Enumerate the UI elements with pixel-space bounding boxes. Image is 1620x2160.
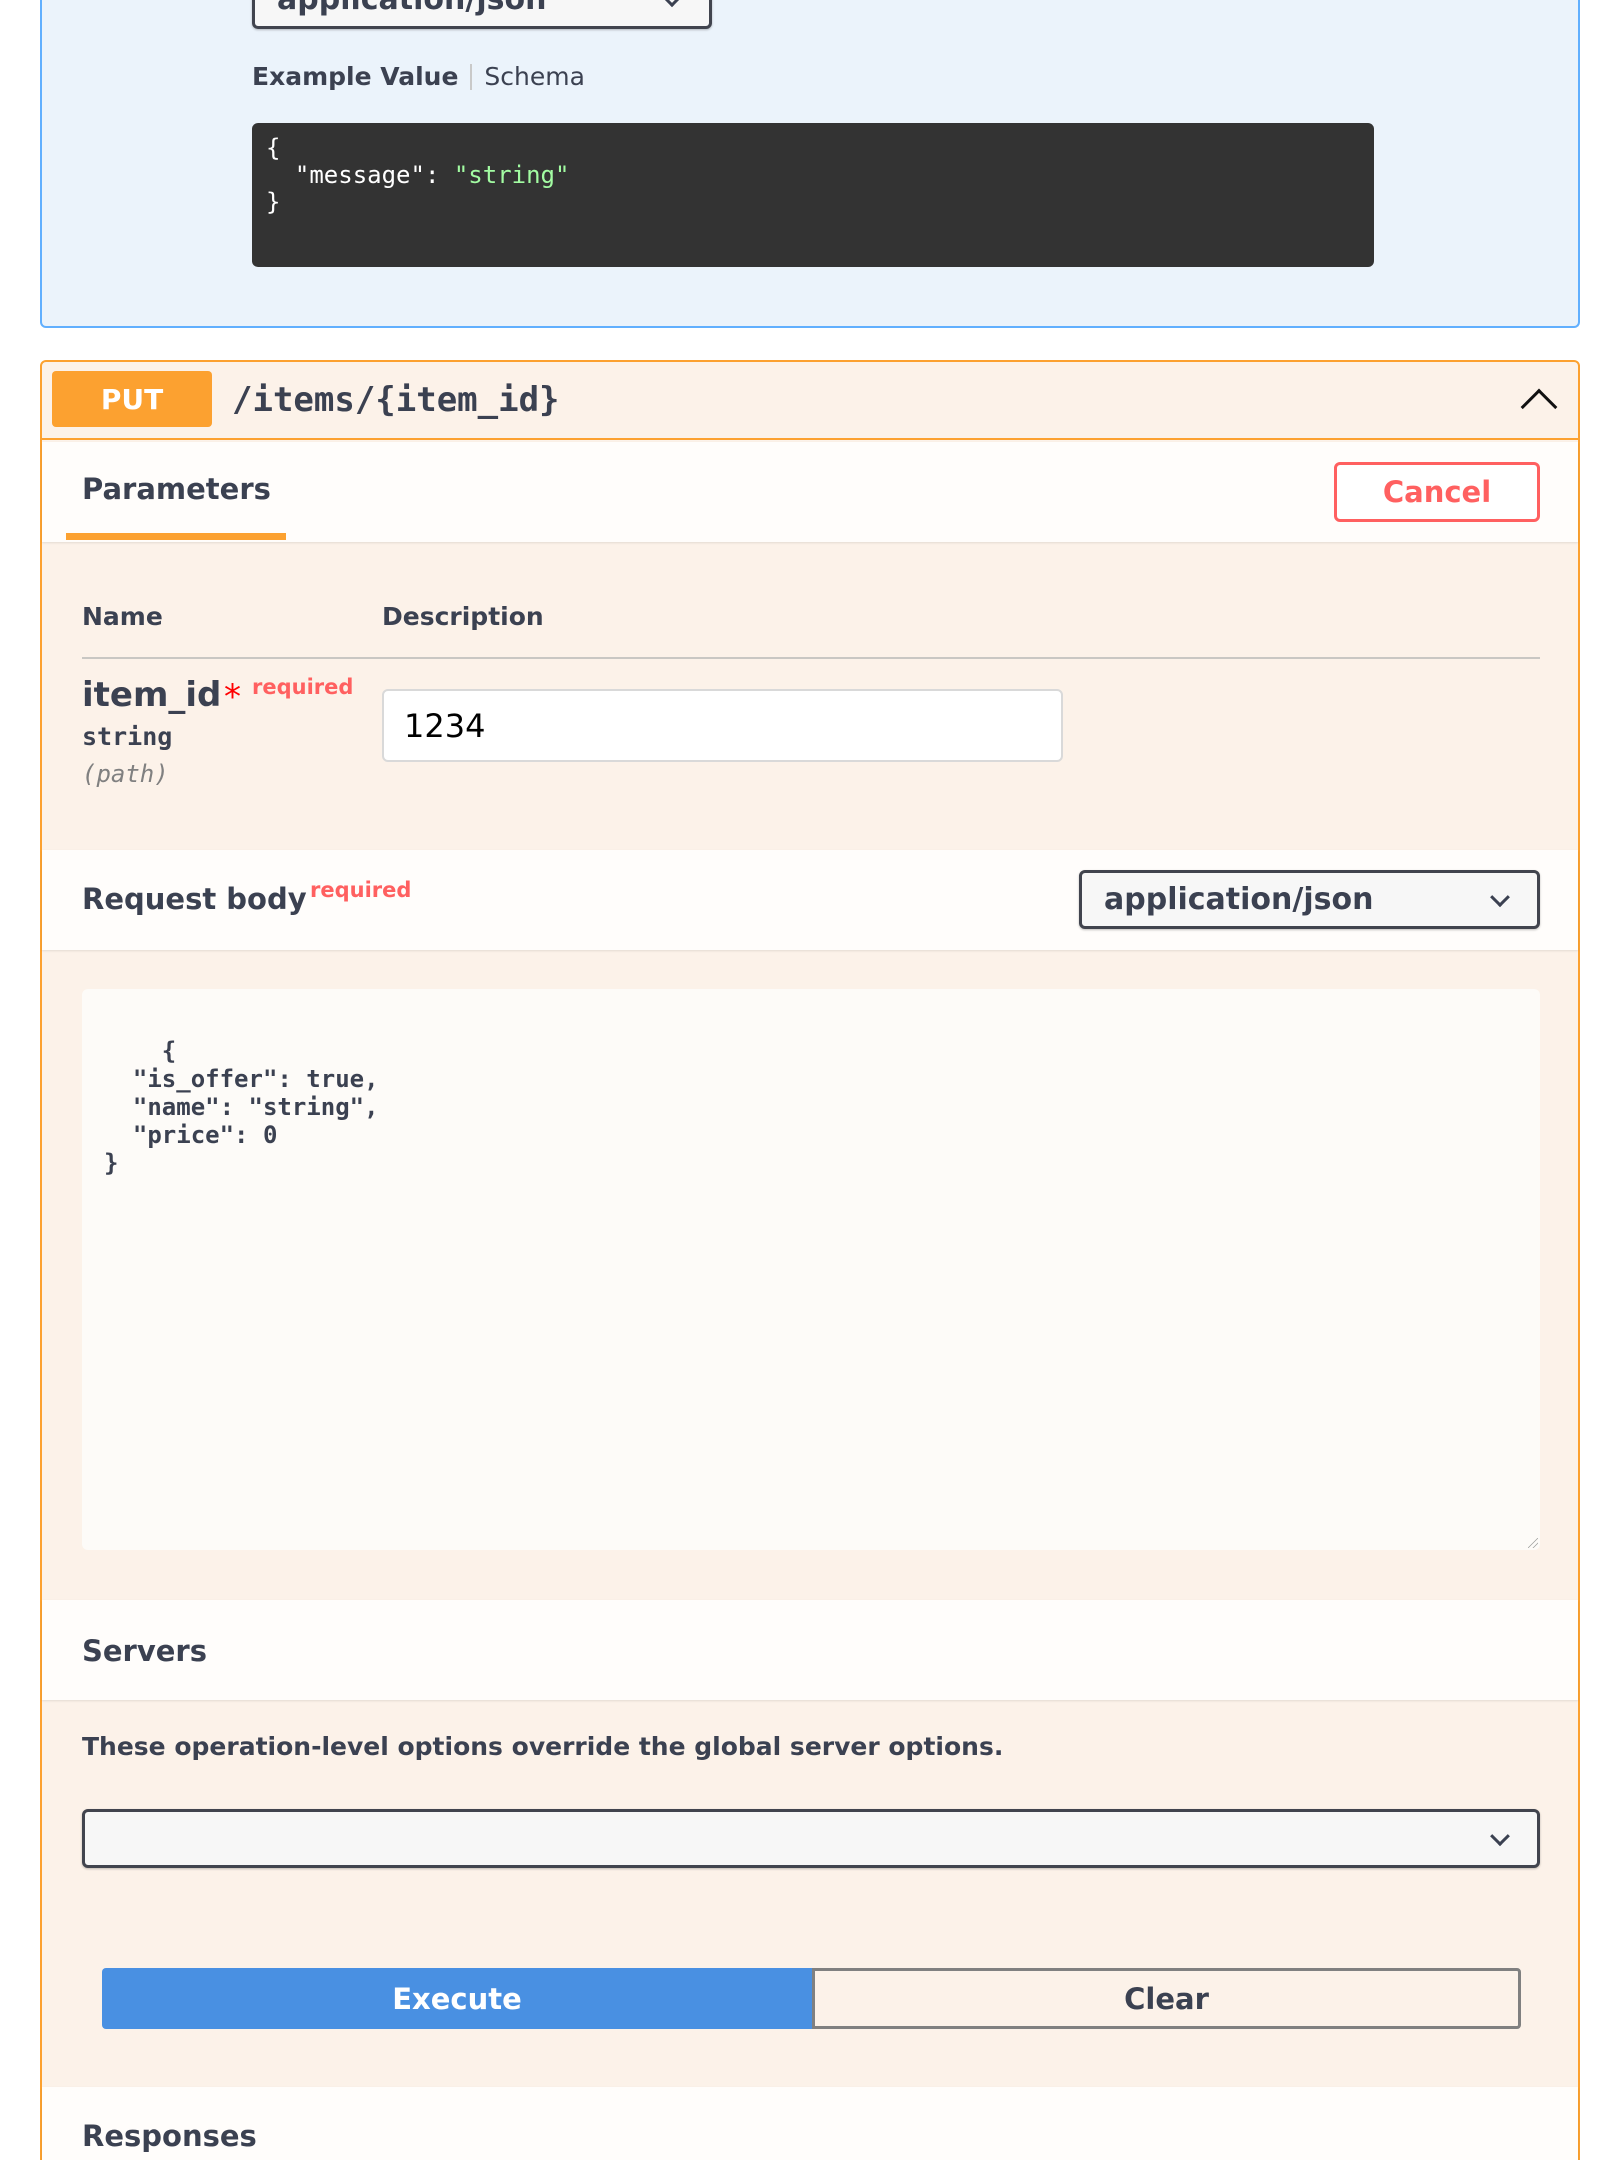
param-type: string	[82, 722, 173, 751]
responses-header: Responses	[42, 2087, 1578, 2160]
request-body-editor[interactable]: { "is_offer": true, "name": "string", "p…	[82, 989, 1540, 1550]
request-body-title: Request body	[82, 882, 307, 916]
request-body-text: { "is_offer": true, "name": "string", "p…	[104, 1037, 379, 1177]
request-media-type-value: application/json	[1104, 882, 1374, 917]
tab-active-indicator	[66, 533, 286, 540]
chevron-down-icon	[1490, 1825, 1510, 1846]
code-colon: :	[424, 161, 454, 189]
tab-example-value[interactable]: Example Value	[252, 62, 458, 91]
request-media-type-select[interactable]: application/json	[1079, 870, 1540, 929]
response-media-type-select[interactable]: application/json	[252, 0, 712, 29]
tab-divider	[470, 63, 473, 90]
servers-note: These operation-level options override t…	[82, 1732, 1004, 1761]
chevron-up-icon[interactable]	[1520, 388, 1558, 426]
parameters-header: Parameters Cancel	[42, 442, 1578, 542]
responses-title: Responses	[82, 2119, 257, 2153]
tab-parameters[interactable]: Parameters	[82, 472, 271, 506]
resize-handle-icon[interactable]	[1528, 1538, 1538, 1548]
method-badge: PUT	[52, 371, 212, 427]
param-required-label: required	[252, 675, 354, 699]
example-schema-tabs: Example Value Schema	[252, 62, 585, 91]
code-open-brace: {	[266, 134, 281, 162]
code-string-value: "string"	[453, 161, 570, 189]
example-value-code: { "message": "string" }	[252, 123, 1374, 267]
param-location: (path)	[82, 760, 169, 788]
chevron-down-icon	[1490, 886, 1510, 907]
cancel-button[interactable]: Cancel	[1334, 462, 1540, 522]
clear-button[interactable]: Clear	[812, 1968, 1521, 2029]
execute-button[interactable]: Execute	[102, 1968, 812, 2029]
column-header-name: Name	[82, 602, 163, 631]
param-name: item_id	[82, 675, 222, 715]
item-id-input[interactable]: 1234	[382, 689, 1063, 762]
response-media-type-value: application/json	[277, 0, 546, 17]
get-operation-block: application/json Example Value Schema { …	[40, 0, 1580, 328]
code-close-brace: }	[266, 188, 281, 216]
chevron-down-icon	[662, 0, 682, 7]
tab-schema[interactable]: Schema	[484, 62, 585, 91]
servers-select[interactable]	[82, 1809, 1540, 1868]
header-divider	[82, 657, 1540, 659]
operation-summary[interactable]: PUT /items/{item_id}	[42, 362, 1578, 440]
required-star: *	[224, 677, 241, 717]
servers-header: Servers	[42, 1600, 1578, 1700]
column-header-description: Description	[382, 602, 544, 631]
request-body-required-label: required	[310, 878, 412, 902]
put-operation-block: PUT /items/{item_id} Parameters Cancel N…	[40, 360, 1580, 2160]
code-key: "message"	[294, 161, 425, 189]
operation-path: /items/{item_id}	[232, 380, 560, 420]
request-body-header: Request body required application/json	[42, 850, 1578, 950]
servers-title: Servers	[82, 1634, 207, 1668]
